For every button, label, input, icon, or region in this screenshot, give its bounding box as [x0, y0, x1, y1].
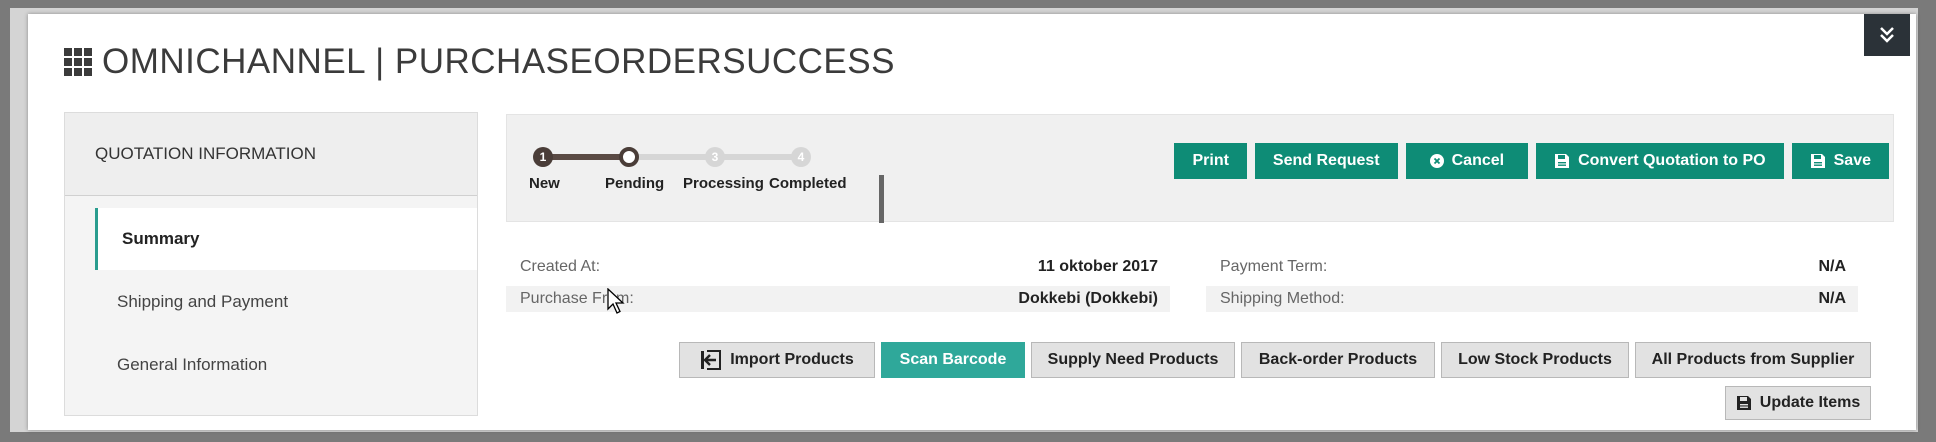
supply-need-products-button[interactable]: Supply Need Products: [1031, 342, 1235, 378]
convert-quotation-button[interactable]: Convert Quotation to PO: [1536, 143, 1784, 179]
step-new-dot: 1: [533, 147, 553, 167]
created-at-label: Created At:: [520, 258, 601, 275]
import-products-button[interactable]: Import Products: [679, 342, 875, 378]
step-processing-label: Processing: [683, 175, 764, 192]
shipping-method-value: N/A: [1818, 290, 1846, 307]
collapse-button[interactable]: [1864, 14, 1910, 56]
payment-term-label: Payment Term:: [1220, 258, 1328, 275]
double-chevron-down-icon: [1880, 27, 1894, 43]
action-buttons: Print Send Request Cancel Convert Quotat…: [1174, 143, 1889, 179]
main-panel: OMNICHANNEL | PURCHASEORDERSUCCESS QUOTA…: [28, 14, 1916, 430]
step-connector: [543, 154, 631, 160]
progress-end-marker: [879, 175, 884, 223]
sidebar-item-shipping-payment[interactable]: Shipping and Payment: [65, 270, 477, 333]
sidebar-item-summary[interactable]: Summary: [95, 208, 477, 270]
low-stock-products-button[interactable]: Low Stock Products: [1441, 342, 1629, 378]
step-new-label: New: [529, 175, 560, 192]
close-circle-icon: [1429, 154, 1444, 168]
shipping-method-row: Shipping Method: N/A: [1206, 286, 1858, 312]
page-title: OMNICHANNEL | PURCHASEORDERSUCCESS: [64, 42, 895, 82]
import-icon: [701, 350, 722, 370]
step-completed-label: Completed: [769, 175, 847, 192]
sidebar-item-general-information[interactable]: General Information: [65, 333, 477, 396]
grid-icon: [64, 48, 92, 76]
scan-barcode-button[interactable]: Scan Barcode: [881, 342, 1025, 378]
mouse-pointer-icon: [607, 288, 625, 314]
step-pending-label: Pending: [605, 175, 665, 192]
back-order-products-button[interactable]: Back-order Products: [1241, 342, 1435, 378]
sidebar-nav: Summary Shipping and Payment General Inf…: [65, 208, 477, 396]
cancel-button[interactable]: Cancel: [1405, 143, 1529, 179]
payment-term-value: N/A: [1818, 258, 1846, 275]
all-products-from-supplier-button[interactable]: All Products from Supplier: [1635, 342, 1871, 378]
quotation-sidebar: QUOTATION INFORMATION Summary Shipping a…: [64, 112, 478, 416]
floppy-icon: [1810, 154, 1825, 168]
step-processing-dot: 3: [705, 147, 725, 167]
send-request-button[interactable]: Send Request: [1254, 143, 1398, 179]
floppy-icon: [1736, 396, 1751, 410]
shipping-method-label: Shipping Method:: [1220, 290, 1345, 307]
created-at-value: 11 oktober 2017: [1037, 258, 1158, 275]
payment-term-row: Payment Term: N/A: [1206, 254, 1858, 280]
created-at-row: Created At: 11 oktober 2017: [506, 254, 1170, 280]
update-items-button[interactable]: Update Items: [1725, 386, 1871, 420]
sidebar-heading: QUOTATION INFORMATION: [65, 113, 477, 196]
progress-steps: 1 3 4 New Pending Processing Completed: [529, 145, 884, 223]
print-button[interactable]: Print: [1174, 143, 1247, 179]
status-toolbar: 1 3 4 New Pending Processing Completed P…: [506, 114, 1894, 223]
page-title-text: OMNICHANNEL | PURCHASEORDERSUCCESS: [102, 42, 895, 81]
step-completed-dot: 4: [791, 147, 811, 167]
save-button[interactable]: Save: [1791, 143, 1889, 179]
step-pending-dot: [619, 147, 639, 167]
floppy-icon: [1555, 154, 1570, 168]
quotation-content: 1 3 4 New Pending Processing Completed P…: [506, 114, 1894, 420]
purchase-from-value: Dokkebi (Dokkebi): [1018, 290, 1158, 307]
